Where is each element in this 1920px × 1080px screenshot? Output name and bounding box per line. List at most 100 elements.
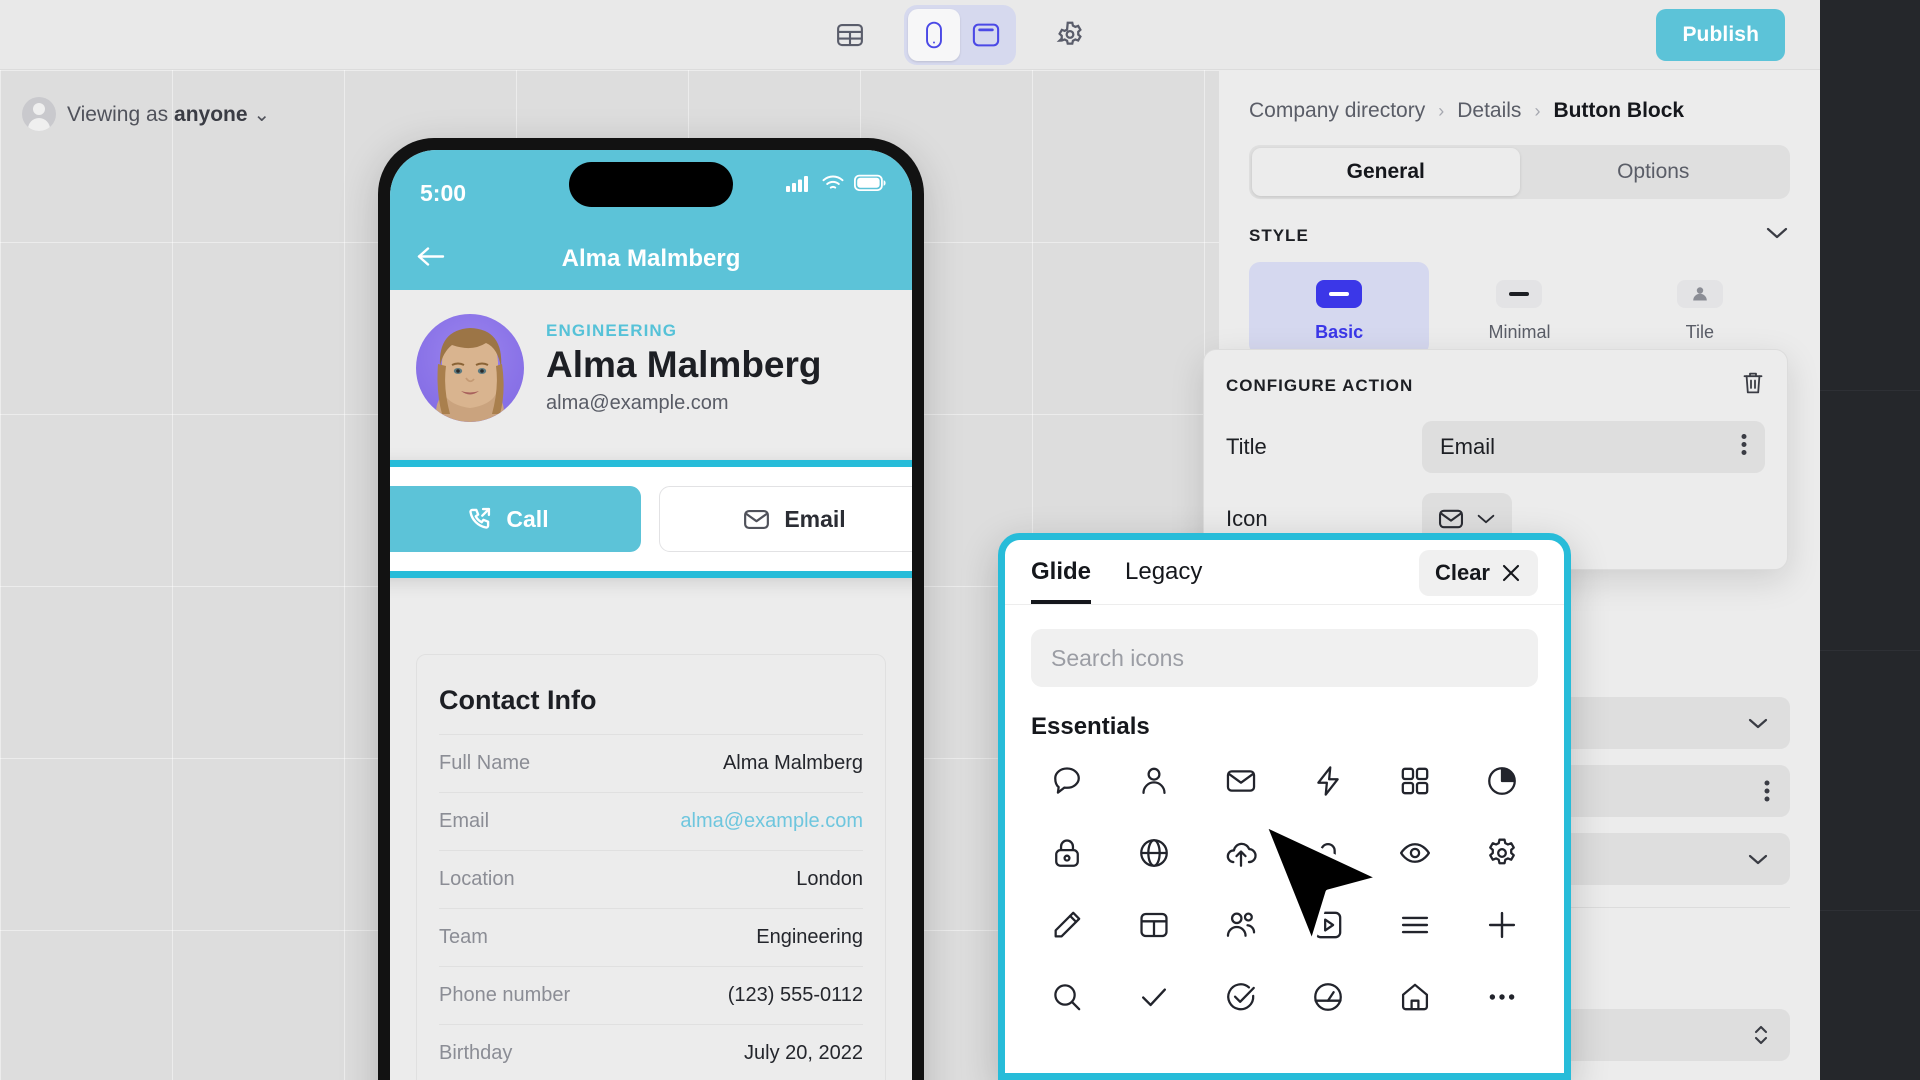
device-preview-segmented [904,5,1016,65]
speech-bubble-icon[interactable] [1023,747,1110,815]
right-dark-rail [1820,70,1920,1080]
trash-icon[interactable] [1741,370,1765,401]
configure-title-row: Title Email [1226,421,1765,473]
style-option-label: Tile [1685,322,1714,342]
icon-group-title: Essentials [1031,713,1150,740]
chevron-right-icon: › [1534,100,1541,121]
phone-nav-bar: Alma Malmberg [390,228,912,290]
configure-action-title: CONFIGURE ACTION [1226,375,1414,395]
viewing-as-prefix: Viewing as [67,102,175,126]
row-value: Engineering [756,926,863,948]
contact-info-card: Contact Info Full Name Alma Malmberg Ema… [416,654,886,1080]
tab-options[interactable]: Options [1520,148,1788,196]
search-input[interactable] [1051,644,1518,672]
envelope-icon [1438,509,1464,529]
battery-icon [854,174,886,191]
close-x-icon [1502,564,1520,582]
breadcrumb-item-0[interactable]: Company directory [1249,99,1425,123]
table-view-icon[interactable] [824,9,876,61]
chevron-updown-icon [1754,1025,1768,1045]
row-key: Full Name [439,752,531,774]
style-options: Basic Minimal Tile [1249,262,1790,355]
gauge-icon[interactable] [1284,963,1371,1031]
table-row: Birthday July 20, 2022 [439,1024,863,1080]
profile-email: alma@example.com [546,391,729,414]
layout-table-icon[interactable] [1110,891,1197,959]
style-option-label: Basic [1315,322,1364,342]
people-icon[interactable] [1197,891,1284,959]
pie-chart-icon[interactable] [1459,747,1546,815]
chevron-down-icon [1477,514,1495,524]
profile-name: Alma Malmberg [546,344,822,386]
menu-lines-icon[interactable] [1372,891,1459,959]
clear-button[interactable]: Clear [1418,550,1538,596]
table-row: Email alma@example.com [439,792,863,850]
table-row: Team Engineering [439,908,863,966]
row-value: Alma Malmberg [722,752,863,774]
gear-icon[interactable] [1459,819,1546,887]
configure-title-input[interactable]: Email [1422,421,1765,473]
eye-icon[interactable] [1372,819,1459,887]
breadcrumb-item-1[interactable]: Details [1457,99,1521,123]
publish-button[interactable]: Publish [1656,9,1785,61]
dynamic-island [569,162,733,207]
plus-icon[interactable] [1459,891,1546,959]
globe-icon[interactable] [1110,819,1197,887]
ellipsis-icon[interactable] [1459,963,1546,1031]
phone-preview-icon[interactable] [908,9,960,61]
tablet-preview-icon[interactable] [960,9,1012,61]
style-section-header[interactable]: STYLE [1249,225,1790,246]
style-section-title: STYLE [1249,225,1309,245]
tab-general[interactable]: General [1252,148,1520,196]
phone-status-bar: 5:00 [390,150,912,228]
search-icons-field[interactable] [1031,629,1538,687]
selected-button-block[interactable]: Call Email [390,460,912,578]
settings-gear-icon[interactable] [1044,9,1096,61]
chevron-right-icon: › [1438,100,1445,121]
pencil-icon[interactable] [1023,891,1110,959]
search-icon[interactable] [1023,963,1110,1031]
chevron-down-icon[interactable] [1764,225,1790,246]
configure-title-label: Title [1226,434,1267,459]
row-value: (123) 555-0112 [727,984,863,1006]
style-option-label: Minimal [1488,322,1551,342]
kebab-menu-icon[interactable] [1741,434,1747,461]
home-icon[interactable] [1372,963,1459,1031]
profile-header: ENGINEERING Alma Malmberg alma@example.c… [390,290,912,442]
profile-photo [416,314,524,422]
chevron-down-icon: ⌄ [253,103,271,126]
phone-preview-frame: 5:00 Alma Malmberg ENGINEERING Alma Malm… [378,138,924,1080]
phone-nav-title: Alma Malmberg [561,245,741,272]
tab-legacy[interactable]: Legacy [1125,558,1202,604]
style-option-tile[interactable]: Tile [1610,262,1790,355]
breadcrumb: Company directory › Details › Button Blo… [1219,70,1820,123]
configure-icon-label: Icon [1226,506,1268,531]
row-key: Phone number [439,984,571,1006]
check-circle-icon[interactable] [1197,963,1284,1031]
minimal-style-swatch-icon [1496,280,1543,308]
arrow-left-icon[interactable] [416,245,448,274]
call-button-label: Call [506,505,549,532]
row-key: Email [439,810,490,832]
wifi-icon [822,175,844,189]
grid-squares-icon[interactable] [1372,747,1459,815]
contact-info-title: Contact Info [439,685,597,715]
viewing-as-selector[interactable]: Viewing as anyone ⌄ [22,97,270,131]
call-button[interactable]: Call [390,486,641,552]
cloud-upload-icon[interactable] [1197,819,1284,887]
style-option-basic[interactable]: Basic [1249,262,1430,355]
envelope-icon[interactable] [1197,747,1284,815]
check-icon[interactable] [1110,963,1197,1031]
tile-style-swatch-icon [1676,280,1723,308]
tab-glide[interactable]: Glide [1031,558,1091,604]
email-button[interactable]: Email [659,486,912,552]
lightning-bolt-icon[interactable] [1284,747,1371,815]
play-square-icon[interactable] [1284,891,1371,959]
lock-icon[interactable] [1023,819,1110,887]
row-key: Team [439,926,488,948]
style-option-minimal[interactable]: Minimal [1429,262,1609,355]
icon-picker-popup: Glide Legacy Clear Essentials [998,533,1571,1080]
person-icon[interactable] [1110,747,1197,815]
row-value[interactable]: alma@example.com [680,810,863,833]
bell-icon[interactable] [1284,819,1371,887]
